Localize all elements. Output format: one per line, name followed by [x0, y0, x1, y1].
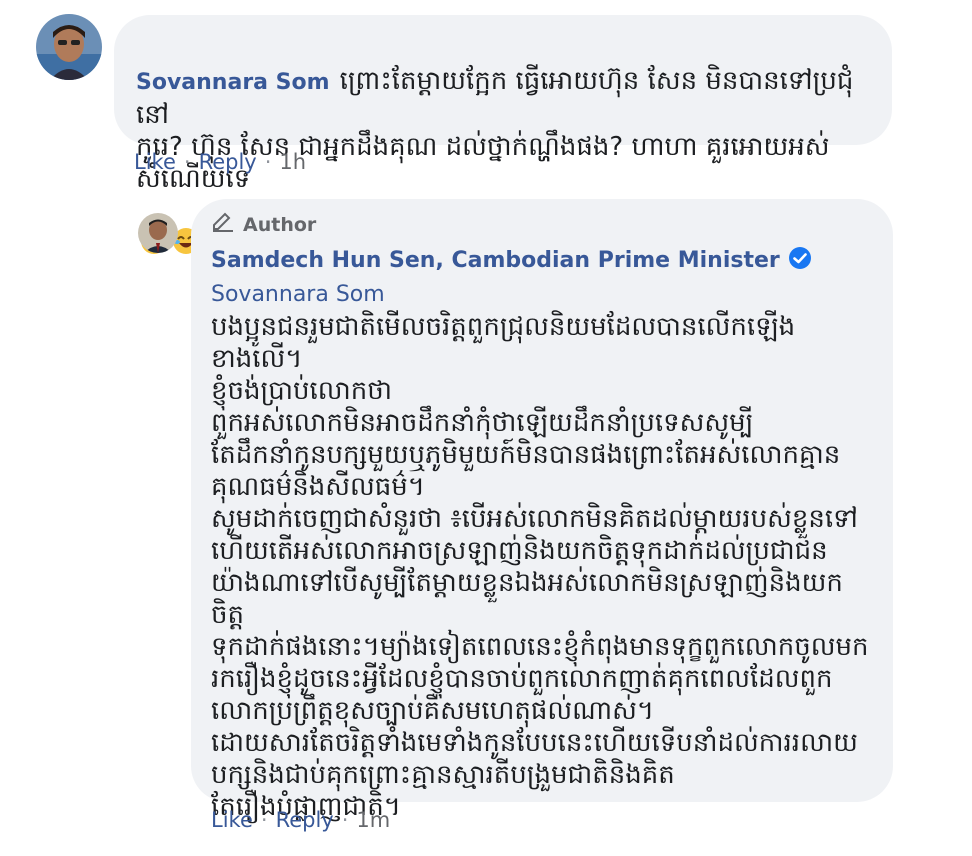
comment-bubble: Sovannara Som ព្រោះតែម្តាយក្អែក ធ្វើអោយហ៊… [114, 15, 892, 254]
separator-dot: · [183, 150, 191, 174]
separator-dot: · [341, 808, 349, 832]
separator-dot: · [264, 150, 272, 174]
reply-body-line: ខាងលើ។ [211, 344, 303, 374]
reply-button[interactable]: Reply [199, 150, 257, 174]
like-button[interactable]: Like [211, 808, 253, 832]
author-badge-label: Author [243, 213, 317, 236]
reply-bubble: Author Samdech Hun Sen, Cambodian Prime … [191, 199, 893, 822]
reply-body-line: ទុកដាក់ផងនោះ។ម្យ៉ាងទៀតពេលនេះខ្ញុំកំពុងមា… [211, 632, 869, 662]
mention-link[interactable]: Sovannara Som [211, 282, 873, 307]
reply-body-line: បក្សនិងជាប់គុកព្រោះគ្មានស្មារតីបង្រួមជាត… [211, 760, 675, 790]
reply-body-line: ពួកអស់លោកមិនអាចដឹកនាំកុំថាឡើយដឹកនាំប្រទេ… [211, 408, 754, 438]
reply-body: បងប្អូនជនរួមជាតិមើលចរិត្តពួកជ្រុលនិយមដែល… [211, 311, 873, 823]
reply-author-name[interactable]: Samdech Hun Sen, Cambodian Prime Ministe… [211, 248, 780, 273]
like-button[interactable]: Like [134, 150, 176, 174]
comment-author-name[interactable]: Sovannara Som [136, 70, 330, 95]
commenter-avatar[interactable] [36, 14, 102, 80]
reply-body-line: បងប្អូនជនរួមជាតិមើលចរិត្តពួកជ្រុលនិយមដែល… [211, 312, 796, 342]
comment-timestamp[interactable]: 1h [279, 150, 306, 174]
author-badge: Author [211, 211, 873, 238]
reply-body-line: រករឿងខ្ញុំដូចនេះអ្វីដែលខ្ញុំបានចាប់ពួកលោ… [211, 664, 833, 694]
reply-timestamp[interactable]: 1m [356, 808, 390, 832]
reply-body-line: គុណធម៌និងសីលធម៌។ [211, 472, 425, 502]
reply-actions: Like · Reply · 1m [211, 808, 390, 832]
separator-dot: · [260, 808, 268, 832]
comment-actions: Like · Reply · 1h [134, 150, 306, 174]
reply-body-line: ដោយសារតែចរិត្តទាំងមេទាំងកូនបែបនេះហើយទើបន… [211, 728, 858, 758]
reply-button[interactable]: Reply [276, 808, 334, 832]
reply-body-line: ហើយតើអស់លោកអាចស្រឡាញ់និងយកចិត្តទុកដាក់ដល… [211, 536, 828, 566]
edit-pencil-icon [211, 211, 235, 238]
reply-body-line: យ៉ាងណាទៅបើសូម្បីតែម្តាយខ្លួនឯងអស់លោកមិនស… [211, 568, 843, 630]
reply-body-line: ខ្ញុំចង់ប្រាប់លោកថា [211, 376, 393, 406]
verified-badge-icon [788, 246, 812, 276]
author-avatar[interactable] [138, 213, 178, 253]
reply-body-line: លោកប្រព្រឹត្តខុសច្បាប់គឺសមហេតុផល់ណាស់។ [211, 696, 655, 726]
reply-body-line: តែដឹកនាំកូនបក្សមួយឬភូមិមួយក៍មិនបានផងព្រោ… [211, 440, 841, 470]
reply-body-line: សូមដាក់ចេញជាសំនួរថា ៖បើអស់លោកមិនគិតដល់ម្… [211, 504, 858, 534]
